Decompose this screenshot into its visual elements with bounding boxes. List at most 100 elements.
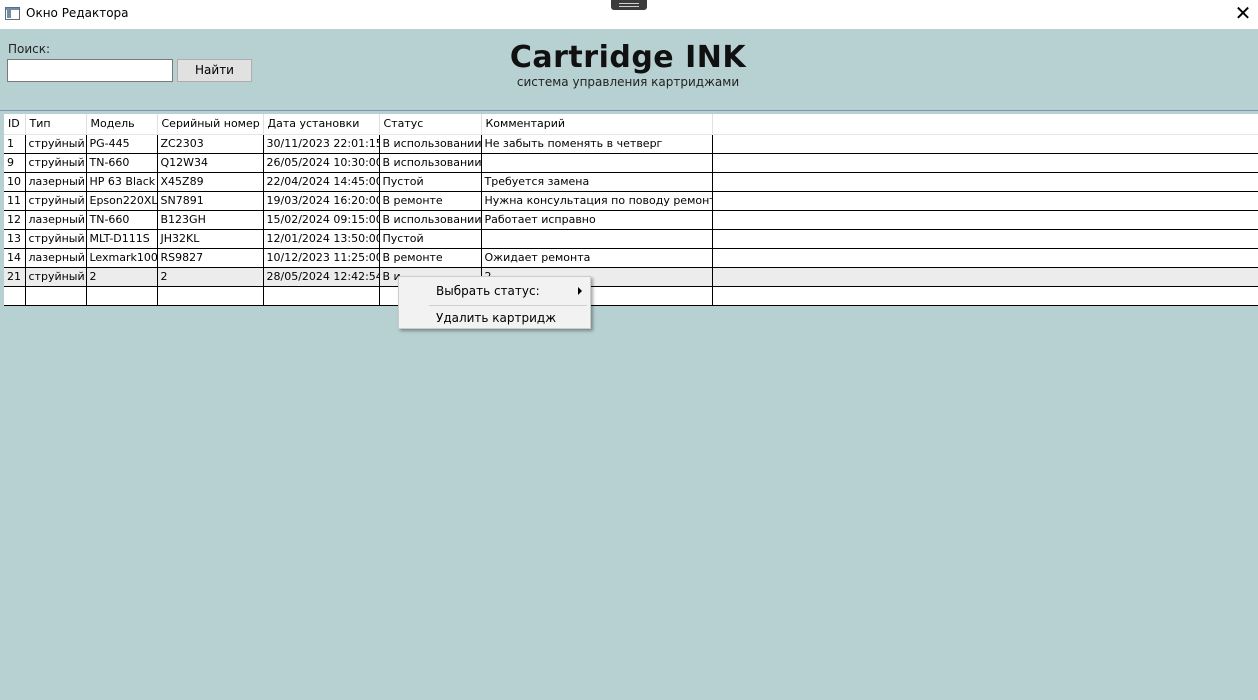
cell-type[interactable]: лазерный	[25, 248, 87, 268]
cell-filler	[712, 191, 1258, 211]
table-row[interactable]: 9 струйный TN-660 Q12W34 26/05/2024 10:3…	[4, 153, 1258, 173]
table-row[interactable]: 12 лазерный TN-660 B123GH 15/02/2024 09:…	[4, 210, 1258, 230]
cell-serial[interactable]: X45Z89	[157, 172, 264, 192]
table-row[interactable]: 11 струйный Epson220XL SN7891 19/03/2024…	[4, 191, 1258, 211]
cell-serial[interactable]: RS9827	[157, 248, 264, 268]
cell-type[interactable]: струйный	[25, 229, 87, 249]
table-header-row: ID Тип Модель Серийный номер Дата устано…	[4, 114, 1258, 135]
cell-id[interactable]: 1	[4, 134, 26, 154]
cell-status[interactable]: Пустой	[379, 229, 482, 249]
cell-install-date[interactable]: 12/01/2024 13:50:00	[263, 229, 380, 249]
table-row-new[interactable]	[4, 286, 1258, 306]
cell-type[interactable]	[25, 286, 87, 306]
context-menu: Выбрать статус: Удалить картридж	[398, 276, 591, 329]
search-label: Поиск:	[8, 42, 51, 56]
cell-serial[interactable]: 2	[157, 267, 264, 287]
cell-type[interactable]: струйный	[25, 191, 87, 211]
cell-comment[interactable]	[481, 229, 713, 249]
cell-status[interactable]: Пустой	[379, 172, 482, 192]
cell-comment[interactable]: Ожидает ремонта	[481, 248, 713, 268]
cell-model[interactable]: Lexmark100	[86, 248, 158, 268]
cell-serial[interactable]: JH32KL	[157, 229, 264, 249]
cell-id[interactable]: 12	[4, 210, 26, 230]
cell-comment[interactable]: Нужна консультация по поводу ремонта	[481, 191, 713, 211]
cell-install-date[interactable]: 15/02/2024 09:15:00	[263, 210, 380, 230]
table-row[interactable]: 10 лазерный HP 63 Black X45Z89 22/04/202…	[4, 172, 1258, 192]
cell-id[interactable]: 13	[4, 229, 26, 249]
drag-handle[interactable]	[611, 0, 647, 10]
title-bar: Окно Редактора ✕	[0, 0, 1258, 29]
cell-type[interactable]: лазерный	[25, 210, 87, 230]
menu-item-delete-cartridge[interactable]: Удалить картридж	[399, 306, 590, 330]
column-header-install-date[interactable]: Дата установки	[263, 114, 380, 135]
cell-install-date[interactable]: 28/05/2024 12:42:54	[263, 267, 380, 287]
cell-install-date[interactable]: 10/12/2023 11:25:00	[263, 248, 380, 268]
table-row[interactable]: 14 лазерный Lexmark100 RS9827 10/12/2023…	[4, 248, 1258, 268]
cell-status[interactable]: В использовании	[379, 134, 482, 154]
menu-item-label: Удалить картридж	[436, 311, 557, 325]
cell-comment[interactable]: Работает исправно	[481, 210, 713, 230]
column-header-model[interactable]: Модель	[86, 114, 158, 135]
cell-type[interactable]: струйный	[25, 153, 87, 173]
cell-id[interactable]: 10	[4, 172, 26, 192]
cell-filler	[712, 153, 1258, 173]
cell-filler	[712, 286, 1258, 306]
app-subtitle: система управления картриджами	[516, 75, 740, 89]
cell-type[interactable]: струйный	[25, 134, 87, 154]
menu-item-label: Выбрать статус:	[436, 284, 540, 298]
cell-filler	[712, 134, 1258, 154]
cell-serial[interactable]: B123GH	[157, 210, 264, 230]
cell-comment[interactable]: Не забыть поменять в четверг	[481, 134, 713, 154]
column-header-comment[interactable]: Комментарий	[481, 114, 713, 135]
window-icon	[5, 7, 20, 20]
cell-model[interactable]: MLT-D111S	[86, 229, 158, 249]
cell-filler	[712, 267, 1258, 287]
cell-id[interactable]	[4, 286, 26, 306]
search-button[interactable]: Найти	[177, 59, 252, 82]
window-title: Окно Редактора	[26, 6, 129, 20]
cell-serial[interactable]	[157, 286, 264, 306]
search-input[interactable]	[7, 59, 173, 82]
cell-model[interactable]: TN-660	[86, 210, 158, 230]
cell-model[interactable]: TN-660	[86, 153, 158, 173]
column-header-filler	[712, 114, 1258, 135]
cell-model[interactable]	[86, 286, 158, 306]
cell-status[interactable]: В использовании	[379, 210, 482, 230]
cell-model[interactable]: 2	[86, 267, 158, 287]
table-row[interactable]: 13 струйный MLT-D111S JH32KL 12/01/2024 …	[4, 229, 1258, 249]
cell-type[interactable]: лазерный	[25, 172, 87, 192]
submenu-arrow-icon	[578, 287, 582, 295]
column-header-type[interactable]: Тип	[25, 114, 87, 135]
cell-comment[interactable]	[481, 153, 713, 173]
cell-model[interactable]: PG-445	[86, 134, 158, 154]
column-header-serial[interactable]: Серийный номер	[157, 114, 264, 135]
column-header-id[interactable]: ID	[4, 114, 26, 135]
menu-item-select-status[interactable]: Выбрать статус:	[399, 279, 590, 303]
column-header-status[interactable]: Статус	[379, 114, 482, 135]
cell-serial[interactable]: ZC2303	[157, 134, 264, 154]
cell-id[interactable]: 11	[4, 191, 26, 211]
cell-install-date[interactable]	[263, 286, 380, 306]
cell-serial[interactable]: SN7891	[157, 191, 264, 211]
cell-status[interactable]: В ремонте	[379, 191, 482, 211]
cell-serial[interactable]: Q12W34	[157, 153, 264, 173]
cell-id[interactable]: 21	[4, 267, 26, 287]
cell-filler	[712, 210, 1258, 230]
cell-id[interactable]: 9	[4, 153, 26, 173]
close-button[interactable]: ✕	[1228, 0, 1258, 29]
table-row[interactable]: 1 струйный PG-445 ZC2303 30/11/2023 22:0…	[4, 134, 1258, 154]
cell-filler	[712, 229, 1258, 249]
cell-install-date[interactable]: 19/03/2024 16:20:00	[263, 191, 380, 211]
cell-model[interactable]: HP 63 Black	[86, 172, 158, 192]
cell-status[interactable]: В ремонте	[379, 248, 482, 268]
cell-install-date[interactable]: 30/11/2023 22:01:15	[263, 134, 380, 154]
cell-install-date[interactable]: 22/04/2024 14:45:00	[263, 172, 380, 192]
table-row-selected[interactable]: 21 струйный 2 2 28/05/2024 12:42:54 В и …	[4, 267, 1258, 287]
cell-install-date[interactable]: 26/05/2024 10:30:00	[263, 153, 380, 173]
cell-id[interactable]: 14	[4, 248, 26, 268]
cell-comment[interactable]: Требуется замена	[481, 172, 713, 192]
cell-model[interactable]: Epson220XL	[86, 191, 158, 211]
cell-filler	[712, 248, 1258, 268]
cell-type[interactable]: струйный	[25, 267, 87, 287]
cell-status[interactable]: В использовании	[379, 153, 482, 173]
